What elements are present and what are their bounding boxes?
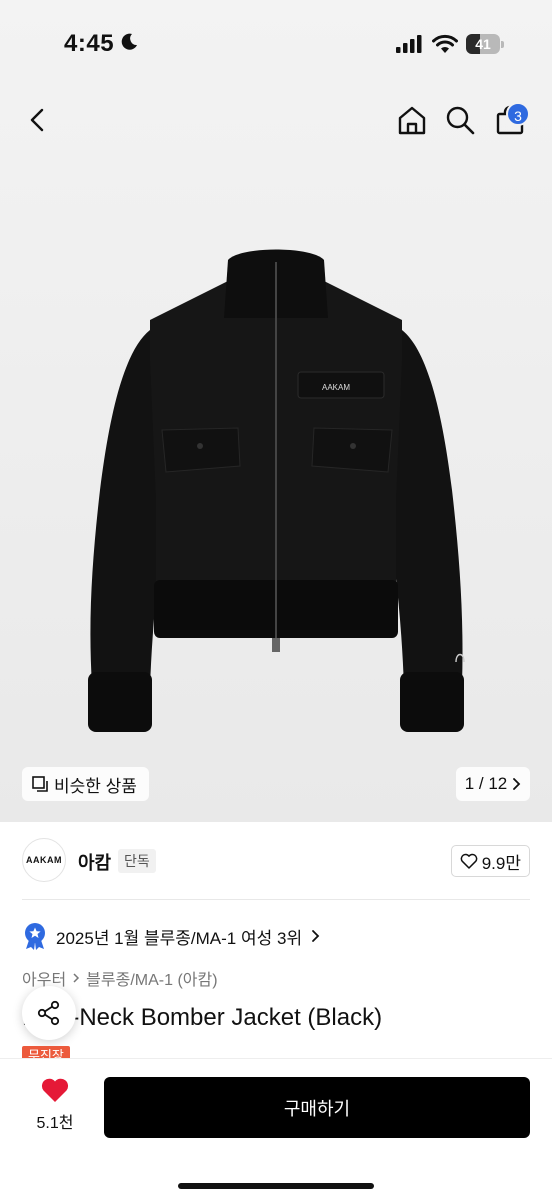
battery-level: 41 [475, 36, 491, 52]
brand-like-count: 9.9만 [481, 853, 521, 873]
signal-icon [396, 35, 422, 53]
image-counter-text: 1 / 12 [464, 774, 508, 793]
like-button[interactable]: 5.1천 [20, 1077, 90, 1141]
jacket-logo-text: AAKAM [322, 383, 350, 392]
wifi-icon [432, 34, 458, 53]
image-counter[interactable]: 1 / 12 [456, 767, 530, 801]
status-bar: 4:45 41 [0, 0, 552, 90]
chevron-left-icon [30, 108, 44, 132]
battery-indicator: 41 [466, 34, 506, 54]
cart-count-badge: 3 [506, 102, 530, 126]
home-button[interactable] [392, 100, 432, 140]
bottom-action-bar: 5.1천 구매하기 [0, 1058, 552, 1200]
search-button[interactable] [440, 100, 480, 140]
heart-filled-icon [41, 1078, 69, 1102]
status-time: 4:45 [64, 30, 115, 57]
exclusive-badge: 단독 [118, 849, 156, 873]
chevron-right-icon [513, 778, 521, 790]
like-count: 5.1천 [36, 1115, 74, 1132]
chevron-right-icon [312, 930, 320, 942]
search-icon [446, 106, 475, 135]
jacket-product-image[interactable]: AAKAM [70, 240, 482, 740]
product-title: High-Neck Bomber Jacket (Black) [22, 1004, 383, 1031]
breadcrumb-subcategory[interactable]: 블루종/MA-1 (아캄) [86, 966, 217, 990]
back-button[interactable] [18, 100, 58, 140]
ranking-text: 2025년 1월 블루종/MA-1 여성 3위 [56, 928, 303, 948]
brand-row: AAKAM 아캄 단독 9.9만 [22, 838, 530, 884]
divider [22, 899, 530, 900]
brand-like-button[interactable]: 9.9만 [450, 845, 530, 877]
share-icon [37, 1000, 60, 1026]
similar-products-button[interactable]: 비슷한 상품 [22, 767, 149, 801]
home-indicator [178, 1183, 374, 1189]
share-button[interactable] [22, 986, 76, 1040]
moon-icon [121, 33, 137, 50]
similar-items-icon [32, 776, 48, 792]
similar-products-label: 비슷한 상품 [54, 776, 137, 796]
brand-name[interactable]: 아캄 [78, 849, 111, 875]
chevron-right-icon [73, 973, 80, 983]
product-image-area[interactable]: 4:45 41 3 AAKAM 비슷한 상품 1 / 12 [0, 0, 552, 822]
ranking-link[interactable]: 2025년 1월 블루종/MA-1 여성 3위 [22, 920, 320, 952]
heart-outline-icon [460, 853, 478, 869]
buy-button[interactable]: 구매하기 [104, 1077, 530, 1138]
home-icon [398, 106, 426, 135]
brand-logo[interactable]: AAKAM [22, 838, 66, 882]
medal-icon [25, 923, 45, 950]
